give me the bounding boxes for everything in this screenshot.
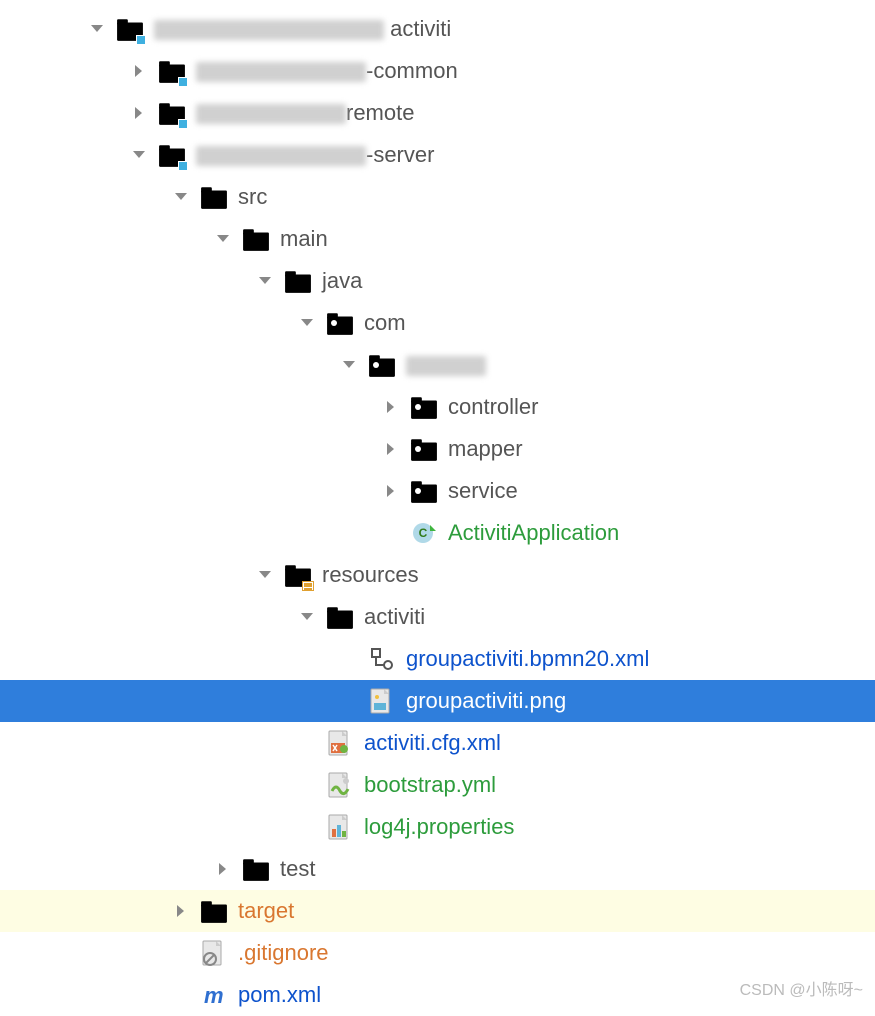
module-folder-icon [116, 15, 144, 43]
source-folder-icon [284, 267, 312, 295]
tree-item-cfg-file[interactable]: activiti.cfg.xml [0, 722, 875, 764]
spring-boot-class-icon: C [410, 519, 438, 547]
chevron-right-icon [126, 100, 152, 126]
target-label: target [238, 898, 294, 924]
server-module-label: -server [366, 142, 434, 167]
chevron-right-icon [378, 436, 404, 462]
package-icon [410, 477, 438, 505]
tree-item-bpmn-file[interactable]: groupactiviti.bpmn20.xml [0, 638, 875, 680]
tree-item-package[interactable] [0, 344, 875, 386]
chevron-right-icon [168, 898, 194, 924]
chevron-down-icon [210, 226, 236, 252]
tree-item-root-module[interactable]: activiti [0, 8, 875, 50]
tree-item-test[interactable]: test [0, 848, 875, 890]
tree-item-remote-module[interactable]: remote [0, 92, 875, 134]
resources-folder-icon [284, 561, 312, 589]
package-icon [326, 309, 354, 337]
pom-label: pom.xml [238, 982, 321, 1008]
xml-config-file-icon [326, 729, 354, 757]
svg-text:C: C [419, 526, 428, 540]
gitignore-file-icon [200, 939, 228, 967]
chevron-down-icon [294, 604, 320, 630]
java-label: java [322, 268, 362, 294]
bpmn-file-label: groupactiviti.bpmn20.xml [406, 646, 649, 672]
chevron-down-icon [126, 142, 152, 168]
tree-item-mapper[interactable]: mapper [0, 428, 875, 470]
bpmn-file-icon [368, 645, 396, 673]
module-folder-icon [158, 141, 186, 169]
package-icon [410, 435, 438, 463]
chevron-down-icon [84, 16, 110, 42]
mapper-label: mapper [448, 436, 523, 462]
chevron-right-icon [210, 856, 236, 882]
tree-item-resources[interactable]: resources [0, 554, 875, 596]
watermark: CSDN @小陈呀~ [740, 976, 863, 1000]
service-label: service [448, 478, 518, 504]
tree-item-target[interactable]: target [0, 890, 875, 932]
main-label: main [280, 226, 328, 252]
maven-file-icon: m [200, 981, 228, 1009]
tree-item-com[interactable]: com [0, 302, 875, 344]
chevron-right-icon [126, 58, 152, 84]
gitignore-label: .gitignore [238, 940, 329, 966]
tree-item-common-module[interactable]: -common [0, 50, 875, 92]
resources-label: resources [322, 562, 419, 588]
tree-item-server-module[interactable]: -server [0, 134, 875, 176]
yml-file-icon [326, 771, 354, 799]
chevron-down-icon [168, 184, 194, 210]
tree-item-log4j-file[interactable]: log4j.properties [0, 806, 875, 848]
module-folder-icon [158, 57, 186, 85]
package-icon [410, 393, 438, 421]
svg-text:m: m [204, 983, 224, 1008]
chevron-right-icon [378, 478, 404, 504]
chevron-right-icon [378, 394, 404, 420]
common-module-label: -common [366, 58, 458, 83]
app-class-label: ActivitiApplication [448, 520, 619, 546]
image-file-icon [368, 687, 396, 715]
package-icon [368, 351, 396, 379]
png-file-label: groupactiviti.png [406, 688, 566, 714]
tree-item-bootstrap-file[interactable]: bootstrap.yml [0, 764, 875, 806]
chevron-down-icon [294, 310, 320, 336]
test-label: test [280, 856, 315, 882]
tree-item-main[interactable]: main [0, 218, 875, 260]
folder-icon [242, 225, 270, 253]
folder-icon [200, 183, 228, 211]
tree-item-controller[interactable]: controller [0, 386, 875, 428]
tree-item-activiti-dir[interactable]: activiti [0, 596, 875, 638]
activiti-dir-label: activiti [364, 604, 425, 630]
src-label: src [238, 184, 267, 210]
controller-label: controller [448, 394, 538, 420]
tree-item-src[interactable]: src [0, 176, 875, 218]
com-label: com [364, 310, 406, 336]
bootstrap-file-label: bootstrap.yml [364, 772, 496, 798]
tree-item-app-class[interactable]: C ActivitiApplication [0, 512, 875, 554]
target-folder-icon [200, 897, 228, 925]
chevron-down-icon [252, 268, 278, 294]
chevron-down-icon [336, 352, 362, 378]
properties-file-icon [326, 813, 354, 841]
tree-item-java[interactable]: java [0, 260, 875, 302]
tree-item-service[interactable]: service [0, 470, 875, 512]
tree-item-gitignore[interactable]: .gitignore [0, 932, 875, 974]
tree-item-png-file[interactable]: groupactiviti.png [0, 680, 875, 722]
chevron-down-icon [252, 562, 278, 588]
log4j-file-label: log4j.properties [364, 814, 514, 840]
folder-icon [242, 855, 270, 883]
cfg-file-label: activiti.cfg.xml [364, 730, 501, 756]
module-folder-icon [158, 99, 186, 127]
folder-icon [326, 603, 354, 631]
remote-module-label: remote [346, 100, 414, 125]
root-module-label: activiti [390, 16, 451, 41]
